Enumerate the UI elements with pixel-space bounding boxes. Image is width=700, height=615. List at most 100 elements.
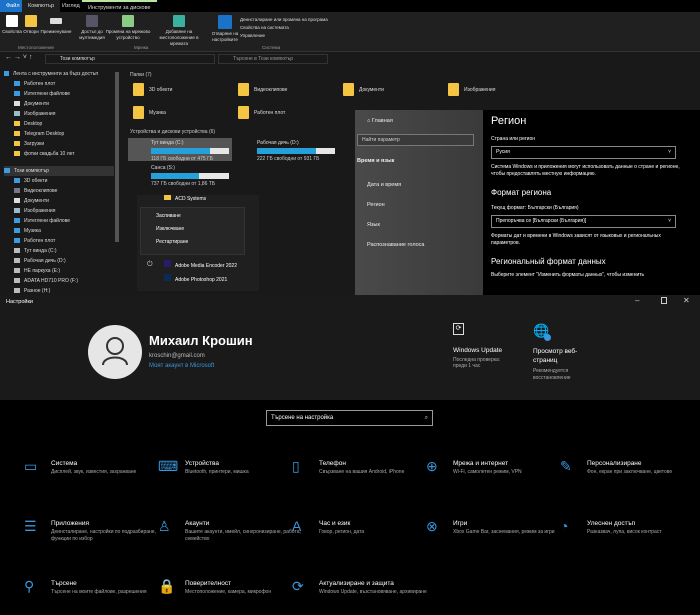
nav-item[interactable]: Документи <box>14 196 49 206</box>
microsoft-account-link[interactable]: Моят акаунт в Microsoft <box>149 363 214 369</box>
nav-item[interactable]: Видеоклипове <box>14 186 57 196</box>
folder-item[interactable]: Видеоклипове <box>238 83 287 96</box>
address-input[interactable]: Този компютър <box>45 54 215 64</box>
drives-header[interactable]: Устройства и дискови устройства (6) <box>130 129 215 135</box>
drive-c[interactable]: Тут винда (C:) 118 ГБ свободни от 475 ГБ <box>128 138 232 162</box>
add-network-location-button[interactable]: Добавяне на местоположение в мрежата <box>150 12 208 47</box>
open-settings-button[interactable]: Отваряне на настройките <box>210 12 240 43</box>
current-format: Текущ формат: Български (България) <box>491 205 579 211</box>
nav-item[interactable]: 3D обекти <box>14 176 47 186</box>
power-icon[interactable]: ⏻ <box>147 261 153 269</box>
folders-header[interactable]: Папки (7) <box>130 72 152 78</box>
start-app-item[interactable]: Adobe Photoshop 2021 <box>164 274 227 283</box>
nav-item[interactable]: Загрузки <box>14 139 44 149</box>
category-privacy[interactable]: 🔒 Поверителност Местоположение, камера, ми… <box>158 578 305 596</box>
nav-item[interactable]: Документи <box>14 99 49 109</box>
avatar[interactable] <box>88 325 142 379</box>
open-button[interactable]: Отвори <box>22 12 40 35</box>
search-input[interactable]: Търсене в Този компютър <box>218 54 328 64</box>
nav-item[interactable]: ADATA HD710 PRO (F:) <box>14 276 78 286</box>
category-apps[interactable]: ☰ Приложения Деинсталиране, настройки по п… <box>24 518 171 543</box>
category-network[interactable]: ⊕ Мрежа и интернет Wi-Fi, самолетен режим,… <box>426 458 573 476</box>
privacy-icon: 🔒 <box>158 578 176 594</box>
category-title: Мрежа и интернет <box>453 460 509 467</box>
nav-item[interactable]: Telegram Desktop <box>14 129 64 139</box>
nav-speech[interactable]: Распознавание голоса <box>367 242 424 248</box>
navigation-pane: Лента с инструменти за бърз достъп Работ… <box>0 66 125 295</box>
category-accounts[interactable]: ♙ Акаунти Вашите акаунти, имейл, синхрониз… <box>158 518 305 543</box>
rename-button[interactable]: Преименуване <box>40 12 72 35</box>
label: Отваряне на настройките <box>211 31 239 42</box>
category-devices[interactable]: ⌨ Устройства Bluetooth, принтери, мишка <box>158 458 305 476</box>
user-email: kroschin@gmail.com <box>149 353 205 359</box>
settings-search-box[interactable]: Търсене на настройка ⌕ <box>266 410 433 426</box>
nav-item[interactable]: Изображения <box>14 109 55 119</box>
category-update-security[interactable]: ⟳ Актуализиране и защита Windows Update, в… <box>292 578 439 596</box>
nav-date-time[interactable]: Дата и время <box>367 182 401 188</box>
tab-computer[interactable]: Компютър <box>22 0 61 12</box>
map-network-drive-button[interactable]: Промяна на мрежово устройство <box>104 12 152 41</box>
nav-item[interactable]: Изтеглени файлове <box>14 89 70 99</box>
category-title: Улеснен достъп <box>587 520 636 527</box>
system-properties-link[interactable]: Свойства на системата <box>240 24 328 32</box>
nav-language[interactable]: Язык <box>367 222 380 228</box>
browser-tile[interactable]: 🌐 Просмотр веб-страниц Рекомендуется вос… <box>533 323 585 382</box>
settings-search-input[interactable]: Найти параметр <box>357 134 474 146</box>
region-page: Регион Страна или регион Русия ˅ Система … <box>491 115 691 278</box>
category-title: Приложения <box>51 520 90 527</box>
country-select[interactable]: Русия ˅ <box>491 146 676 159</box>
start-folder-item[interactable]: ACD Systems <box>164 195 206 202</box>
drive-s[interactable]: Санса (S:) 737 ГБ свободни от 1,86 ТБ <box>128 163 232 187</box>
windows-update-tile[interactable]: ⟳ Windows Update Последна проверка: пред… <box>453 323 513 369</box>
category-system[interactable]: ▭ Система Дисплей, звук, известия, захранв… <box>24 458 171 476</box>
drive-d[interactable]: Рабочая дичь (D:) 222 ГБ свободни от 931 … <box>235 138 339 162</box>
nav-item[interactable]: Изображения <box>14 206 55 216</box>
nav-item[interactable]: Работен плот <box>14 79 55 89</box>
nav-item[interactable]: НЕ паркуха (E:) <box>14 266 60 276</box>
tab-disk-tools[interactable]: Инструменти за дискове <box>82 0 157 12</box>
update-icon: ⟳ <box>453 323 464 335</box>
folder-item[interactable]: Работен плот <box>238 106 285 119</box>
label: Добавяне на местоположение в мрежата <box>159 29 199 46</box>
folder-item[interactable]: Изображения <box>448 83 495 96</box>
nav-item[interactable]: Рабочая дичь (D:) <box>14 256 66 266</box>
properties-button[interactable]: Свойства <box>2 12 22 35</box>
gaming-icon: ⊗ <box>426 518 438 534</box>
label: Достъп до мултимедия <box>79 29 105 40</box>
nav-item[interactable]: Тут винда (C:) <box>14 246 57 256</box>
uninstall-program-link[interactable]: Деинсталиране или промяна на програма <box>240 16 328 24</box>
category-ease-of-access[interactable]: ◔ Улеснен достъп Разказвач, лупа, висок ко… <box>560 518 700 536</box>
folder-item[interactable]: Музика <box>133 106 166 119</box>
nav-item[interactable]: фотки свадьба 10 лет <box>14 149 75 159</box>
restart-option[interactable]: Рестартиране <box>156 236 244 249</box>
start-app-item[interactable]: Adobe Media Encoder 2022 <box>164 260 237 269</box>
maximize-button[interactable] <box>661 297 667 304</box>
category-phone[interactable]: ▯ Телефон Свързване на вашия Android, iPho… <box>292 458 439 476</box>
nav-region[interactable]: Регион <box>367 202 385 208</box>
shutdown-option[interactable]: Изключване <box>156 223 244 236</box>
settings-header: Настройки – ✕ Михаил Крошин kroschin@gma… <box>0 295 700 400</box>
nav-item[interactable]: Desktop <box>14 119 42 129</box>
minimize-button[interactable]: – <box>635 296 639 305</box>
nav-this-pc[interactable]: Този компютър <box>4 166 114 176</box>
close-button[interactable]: ✕ <box>683 296 690 305</box>
format-select[interactable]: Препоръчва се [Български (България)] ˅ <box>491 215 676 228</box>
sleep-option[interactable]: Заспиване <box>156 210 244 223</box>
category-time-language[interactable]: A Час и език Говор, регион, дата <box>292 518 439 536</box>
nav-item[interactable]: Изтеглени файлове <box>14 216 70 226</box>
category-gaming[interactable]: ⊗ Игри Xbox Game Bar, заснемания, режим за… <box>426 518 573 536</box>
nav-scrollbar[interactable] <box>115 72 119 242</box>
nav-home[interactable]: ⌂ Главная <box>367 118 393 124</box>
manage-link[interactable]: Управление <box>240 32 328 40</box>
nav-item[interactable]: Музика <box>14 226 41 236</box>
category-search[interactable]: ⚲ Търсене Търсене на моите файлове, разреш… <box>24 578 171 596</box>
label: Свойства <box>2 29 22 34</box>
category-title: Час и език <box>319 520 351 527</box>
folder-item[interactable]: 3D обекти <box>133 83 172 96</box>
nav-quick-access[interactable]: Лента с инструменти за бърз достъп <box>4 69 98 79</box>
category-personalization[interactable]: ✎ Персонализиране Фон, екран при заключван… <box>560 458 700 476</box>
back-forward-up-icons[interactable]: ← → ˅ ↑ <box>5 54 32 61</box>
folder-item[interactable]: Документи <box>343 83 384 96</box>
nav-item[interactable]: Работен плот <box>14 236 55 246</box>
time-language-icon: A <box>292 518 302 534</box>
